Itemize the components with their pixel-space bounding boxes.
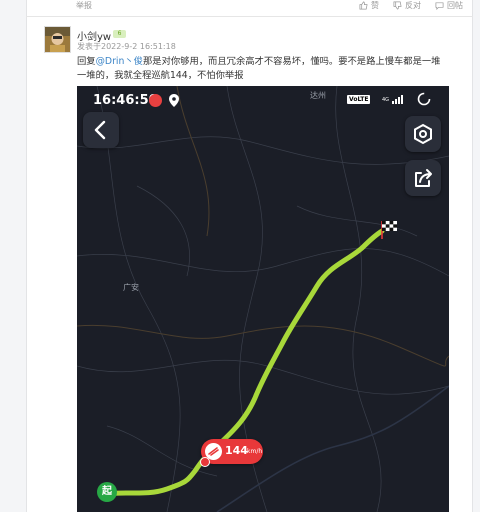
like-button[interactable]: 赞 xyxy=(359,0,379,11)
battery-icon xyxy=(417,92,431,106)
notification-app-icon xyxy=(149,94,162,107)
checkered-flag-icon xyxy=(381,221,397,239)
speed-unit: km/h xyxy=(247,448,263,455)
post-time: 发表于2022-9-2 16:51:18 xyxy=(77,42,176,51)
level-badge: 6 xyxy=(113,30,126,38)
volte-indicator: VoLTE xyxy=(347,95,371,104)
signal-strength-icon: 4G xyxy=(382,95,403,104)
share-button[interactable] xyxy=(405,160,441,196)
city-label-dazhou: 达州 xyxy=(310,91,326,100)
back-button[interactable] xyxy=(83,112,119,148)
network-type: 4G xyxy=(382,97,389,103)
avatar-image xyxy=(45,27,70,52)
speed-point-marker xyxy=(200,457,210,467)
previous-post-footer: 举报 赞 反对 回帖 xyxy=(26,0,473,17)
start-marker: 起 xyxy=(97,482,117,502)
reply-prefix: 回复 xyxy=(77,56,96,67)
reply-icon xyxy=(435,2,444,10)
location-pin-icon xyxy=(169,94,179,107)
thumbs-up-icon xyxy=(359,1,368,10)
like-label: 赞 xyxy=(371,1,379,10)
reply-button[interactable]: 回帖 xyxy=(435,0,463,11)
share-icon xyxy=(415,169,432,187)
map-background xyxy=(77,86,449,512)
settings-button[interactable] xyxy=(405,116,441,152)
avatar[interactable] xyxy=(44,26,71,53)
city-label-guangan: 广安 xyxy=(123,283,139,292)
thumbs-down-icon xyxy=(393,1,402,10)
speed-bubble: 144 km/h xyxy=(201,439,263,464)
comment-text: 回复@Drin丶俊那是对你够用，而且冗余高才不容易坏，懂吗。要不是路上慢车都是一… xyxy=(77,55,447,83)
navigation-screenshot: 16:46:50 VoLTE 4G 达州 广安 144 km/h 起 xyxy=(77,86,449,512)
mention-link[interactable]: @Drin丶俊 xyxy=(96,56,143,67)
dislike-button[interactable]: 反对 xyxy=(393,0,421,11)
status-bar-time: 16:46:50 xyxy=(93,93,158,108)
right-scrollbar-area[interactable] xyxy=(472,0,480,512)
back-arrow-icon xyxy=(94,120,106,140)
post-actions: 赞 反对 回帖 xyxy=(359,0,463,11)
left-margin xyxy=(0,0,27,512)
settings-hexagon-icon xyxy=(414,123,432,145)
speed-value: 144 xyxy=(225,444,248,457)
dislike-label: 反对 xyxy=(405,1,421,10)
report-link[interactable]: 举报 xyxy=(76,0,92,11)
reply-label: 回帖 xyxy=(447,1,463,10)
